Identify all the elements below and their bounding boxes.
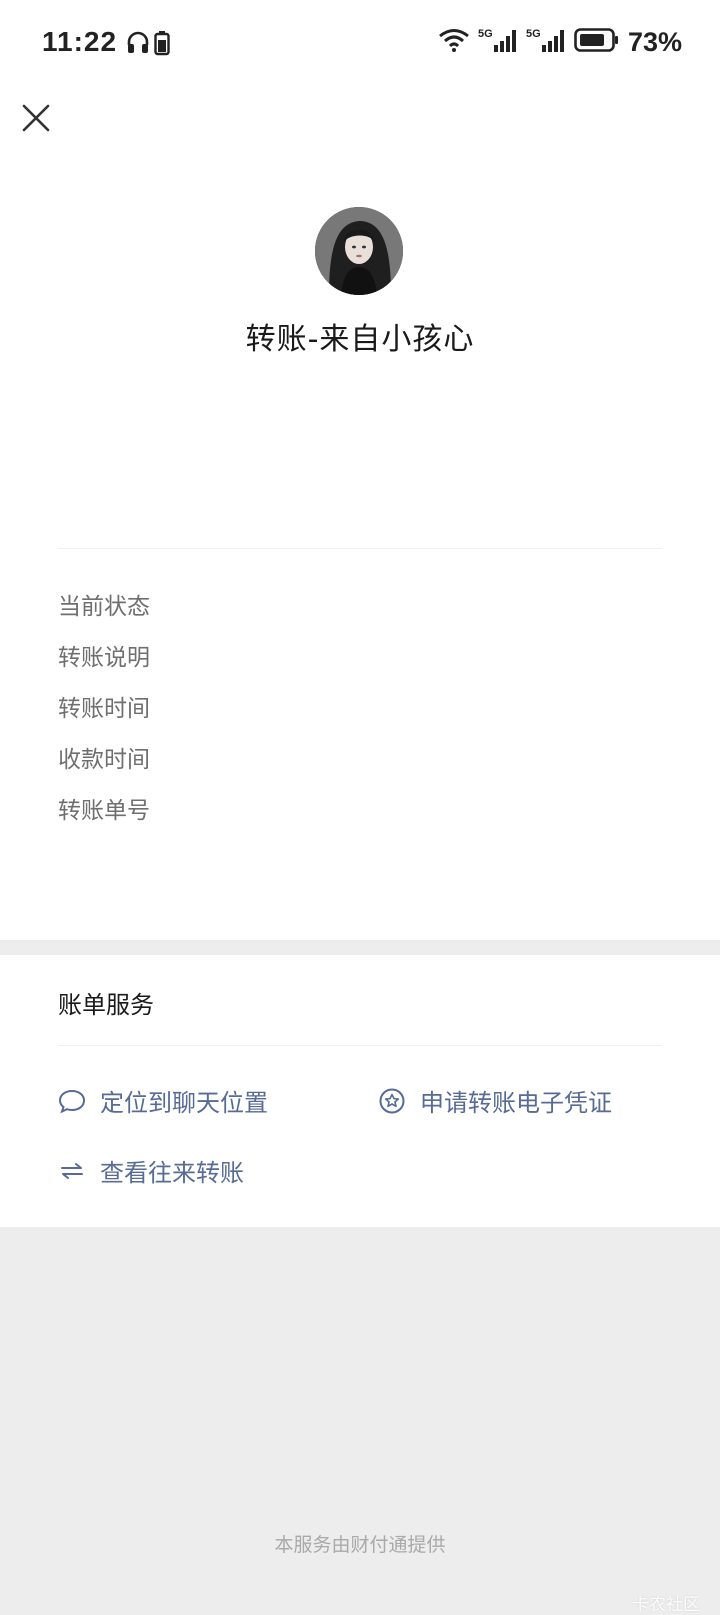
status-left-icons	[126, 30, 170, 60]
detail-label-status: 当前状态	[58, 594, 150, 620]
battery-small-icon	[154, 30, 170, 60]
close-button[interactable]	[18, 100, 54, 136]
watermark: 卡农社区	[632, 1595, 700, 1615]
view-transfers-link[interactable]: 查看往来转账	[58, 1153, 244, 1188]
transfer-title: 转账-来自小孩心	[245, 322, 475, 357]
signal-5g-icon: 5G	[526, 26, 566, 58]
avatar	[315, 207, 403, 295]
signal-5g-icon: 5G	[478, 26, 518, 58]
wifi-icon	[438, 27, 470, 57]
badge-star-icon	[378, 1087, 406, 1115]
apply-voucher-label: 申请转账电子凭证	[420, 1089, 612, 1117]
chat-bubble-icon	[58, 1087, 86, 1115]
divider	[58, 1045, 662, 1046]
battery-percent: 73%	[627, 26, 682, 57]
exchange-arrows-icon	[58, 1157, 86, 1185]
detail-label-note: 转账说明	[58, 645, 150, 671]
svg-text:5G: 5G	[526, 28, 541, 40]
locate-chat-label: 定位到聊天位置	[100, 1089, 268, 1117]
locate-chat-link[interactable]: 定位到聊天位置	[58, 1083, 268, 1118]
apply-voucher-link[interactable]: 申请转账电子凭证	[378, 1083, 612, 1118]
status-bar: 11:22 5G 5G 73%	[0, 0, 720, 88]
services-title: 账单服务	[58, 991, 154, 1019]
divider	[58, 548, 662, 549]
status-time: 11:22	[42, 26, 118, 57]
status-right: 5G 5G 73%	[438, 26, 682, 58]
detail-label-receive-time: 收款时间	[58, 747, 150, 773]
detail-label-transfer-time: 转账时间	[58, 696, 150, 722]
detail-label-order-number: 转账单号	[58, 798, 150, 824]
headphones-icon	[126, 30, 150, 60]
provider-footer: 本服务由财付通提供	[274, 1534, 446, 1556]
transfer-details: 当前状态 转账说明 转账时间 收款时间 转账单号	[58, 590, 150, 845]
svg-text:5G: 5G	[478, 28, 493, 40]
battery-icon	[574, 27, 620, 57]
close-icon	[22, 104, 50, 132]
bill-services-card: 账单服务 定位到聊天位置 申请转账电子凭证 查看往来转账	[0, 955, 720, 1227]
view-transfers-label: 查看往来转账	[100, 1159, 244, 1187]
